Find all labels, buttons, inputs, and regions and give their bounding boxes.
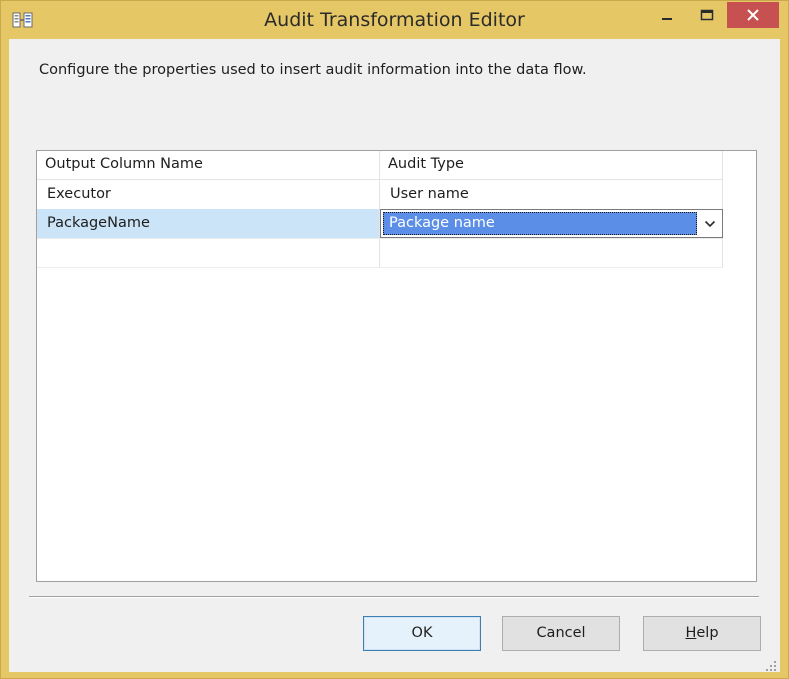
audit-type-selected-value[interactable]: Package name [383,212,697,235]
column-header-audit-type[interactable]: Audit Type [380,151,723,179]
chevron-down-icon [704,220,716,228]
column-header-output-column-name[interactable]: Output Column Name [37,151,380,179]
title-bar[interactable]: Audit Transformation Editor [1,1,788,39]
help-button-label: elp [696,625,719,641]
maximize-icon [700,9,714,21]
table-row-selected[interactable]: PackageName Package name [37,209,723,239]
output-column-cell[interactable]: Executor [37,180,380,209]
output-column-cell-empty[interactable] [37,238,380,267]
dialog-client-area: Configure the properties used to insert … [9,39,780,672]
dialog-window: Audit Transformation Editor Configure th… [0,0,789,679]
help-button-mnemonic: H [685,625,697,641]
cancel-button[interactable]: Cancel [502,616,620,651]
description-text: Configure the properties used to insert … [39,62,587,78]
table-row[interactable]: Executor User name [37,180,723,210]
audit-type-dropdown[interactable]: Package name [380,209,723,238]
help-button[interactable]: Help [643,616,761,651]
close-icon [747,9,759,21]
audit-type-cell[interactable]: User name [380,180,723,209]
table-row-new[interactable] [37,238,723,268]
dropdown-toggle[interactable] [700,214,720,234]
maximize-button[interactable] [689,2,725,28]
button-separator [29,596,759,598]
resize-grip-icon[interactable] [765,657,777,671]
minimize-icon [662,18,672,20]
grid-header: Output Column Name Audit Type [37,151,723,180]
close-button[interactable] [727,2,779,28]
audit-type-cell-empty[interactable] [380,238,723,267]
minimize-button[interactable] [649,2,685,28]
output-column-cell[interactable]: PackageName [37,209,380,238]
audit-columns-grid[interactable]: Output Column Name Audit Type Executor U… [36,150,757,582]
ok-button[interactable]: OK [363,616,481,651]
